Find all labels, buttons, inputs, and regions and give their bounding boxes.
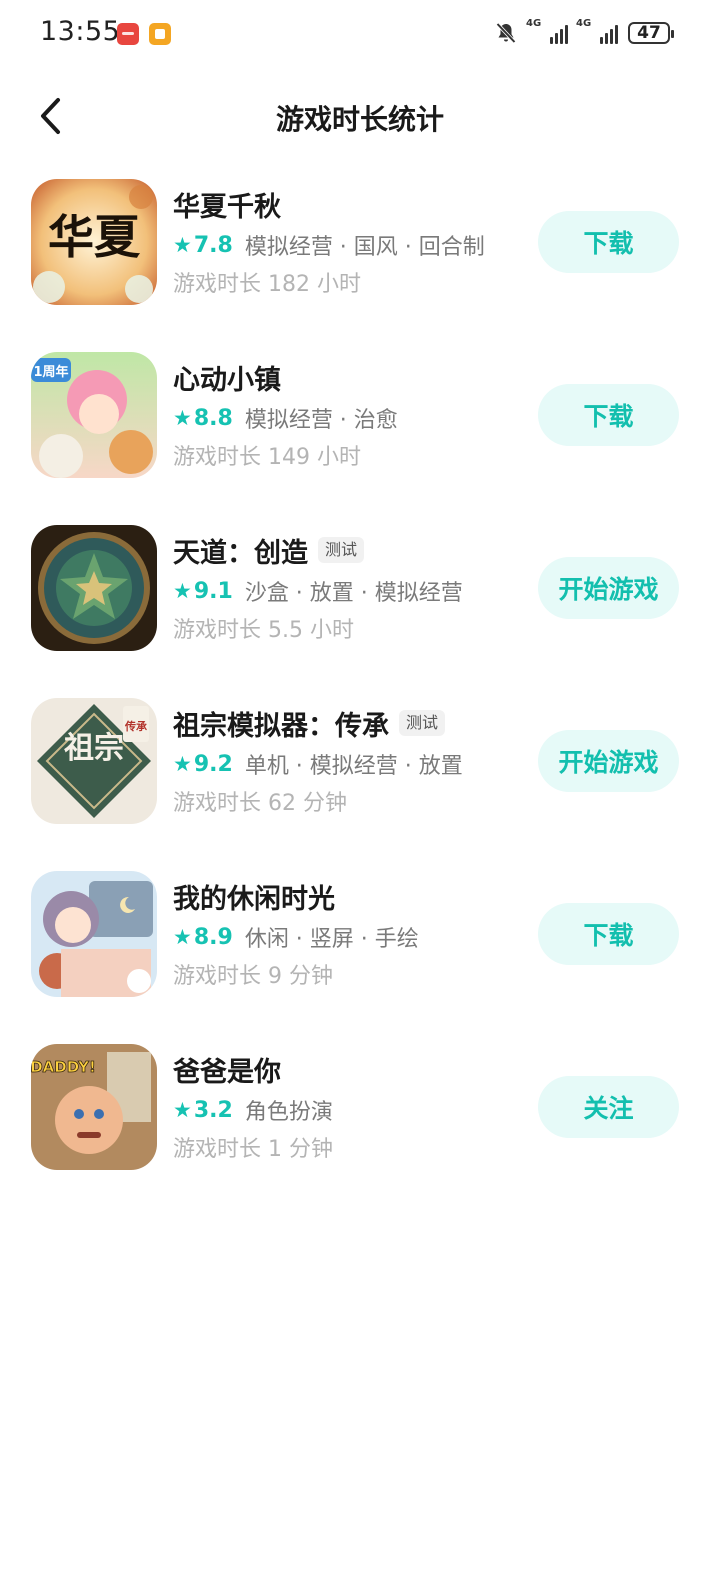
game-playtime: 游戏时长 182 小时 [173,272,361,297]
test-badge: 测试 [399,710,446,736]
game-icon-xiuxian[interactable] [31,871,157,997]
mute-bell-icon [496,22,516,44]
game-icon-huaxia[interactable]: 华夏 [31,179,157,305]
game-name: 华夏千秋 [173,191,281,223]
page-title: 游戏时长统计 [275,103,444,136]
header: 游戏时长统计 [0,80,720,152]
game-info: 祖宗模拟器：传承 测试 ★ 9.2 单机 · 模拟经营 · 放置 游戏时长 62… [173,703,533,824]
huawei-app-icon [117,23,139,45]
star-icon: ★ [173,925,192,949]
list-item[interactable]: 祖宗 传承 祖宗模拟器：传承 测试 ★ 9.2 单机 · 模拟经营 · 放置 游… [0,695,720,868]
game-tags: 单机 · 模拟经营 · 放置 [244,754,463,779]
game-icon-baba[interactable]: DADDY! [31,1044,157,1170]
game-rating: 9.2 [193,751,233,777]
battery-level: 47 [637,23,661,43]
game-icon-xindong[interactable]: 1周年 [31,352,157,478]
game-icon-zuzong[interactable]: 祖宗 传承 [31,698,157,824]
download-button[interactable]: 下载 [538,903,679,965]
signal-icon: 4G [526,18,568,44]
game-playtime: 游戏时长 1 分钟 [173,1137,333,1162]
game-name: 我的休闲时光 [173,883,335,915]
game-tags: 沙盒 · 放置 · 模拟经营 [244,581,463,606]
star-icon: ★ [173,233,192,257]
game-name: 爸爸是你 [173,1056,281,1088]
game-rating: 7.8 [193,232,233,258]
game-tags: 模拟经营 · 治愈 [244,408,398,433]
network-type-label: 4G [576,18,592,29]
game-icon-text: 祖宗 [64,731,124,766]
game-rating: 8.9 [193,924,233,950]
game-info: 心动小镇 ★ 8.8 模拟经营 · 治愈 游戏时长 149 小时 [173,357,533,478]
orange-app-icon [149,23,171,45]
game-rating: 8.8 [193,405,233,431]
game-icon-text: DADDY! [31,1058,96,1076]
game-icon-tiandao[interactable] [31,525,157,651]
game-icon-text-2: 传承 [124,719,148,733]
game-info: 我的休闲时光 ★ 8.9 休闲 · 竖屏 · 手绘 游戏时长 9 分钟 [173,876,533,997]
star-icon: ★ [173,406,192,430]
test-badge: 测试 [318,537,365,563]
game-info: 爸爸是你 ★ 3.2 角色扮演 游戏时长 1 分钟 [173,1049,533,1170]
network-type-label: 4G [526,18,542,29]
download-button[interactable]: 下载 [538,211,679,273]
list-item[interactable]: DADDY! 爸爸是你 ★ 3.2 角色扮演 游戏时长 1 分钟 关注 [0,1041,720,1214]
list-item[interactable]: 我的休闲时光 ★ 8.9 休闲 · 竖屏 · 手绘 游戏时长 9 分钟 下载 [0,868,720,1041]
game-icon-text: 华夏 [48,210,141,264]
download-button[interactable]: 下载 [538,384,679,446]
list-item[interactable]: 1周年 心动小镇 ★ 8.8 模拟经营 · 治愈 游戏时长 149 小时 下载 [0,349,720,522]
game-rating: 3.2 [193,1097,233,1123]
game-tags: 角色扮演 [244,1100,333,1125]
signal-icon: 4G [576,18,618,44]
status-bar: 13:55 4G 4G 47 [0,0,720,68]
game-playtime: 游戏时长 9 分钟 [173,964,333,989]
start-game-button[interactable]: 开始游戏 [538,557,679,619]
system-icons: 4G 4G 47 [494,18,674,48]
game-name: 祖宗模拟器：传承 [173,710,389,742]
star-icon: ★ [173,1098,192,1122]
game-name: 天道：创造 [173,537,308,569]
status-time: 13:55 [40,16,121,47]
start-game-button[interactable]: 开始游戏 [538,730,679,792]
game-list: 华夏 华夏千秋 ★ 7.8 模拟经营 · 国风 · 回合制 游戏时长 182 小… [0,176,720,1214]
game-tags: 模拟经营 · 国风 · 回合制 [244,235,485,260]
game-playtime: 游戏时长 62 分钟 [173,791,347,816]
game-info: 天道：创造 测试 ★ 9.1 沙盒 · 放置 · 模拟经营 游戏时长 5.5 小… [173,530,533,651]
game-rating: 9.1 [193,578,233,604]
game-icon-text: 1周年 [33,364,68,380]
game-info: 华夏千秋 ★ 7.8 模拟经营 · 国风 · 回合制 游戏时长 182 小时 [173,184,533,305]
battery-icon: 47 [628,22,674,44]
game-playtime: 游戏时长 5.5 小时 [173,618,354,643]
game-playtime: 游戏时长 149 小时 [173,445,361,470]
star-icon: ★ [173,579,192,603]
game-tags: 休闲 · 竖屏 · 手绘 [244,927,419,952]
list-item[interactable]: 华夏 华夏千秋 ★ 7.8 模拟经营 · 国风 · 回合制 游戏时长 182 小… [0,176,720,349]
follow-button[interactable]: 关注 [538,1076,679,1138]
star-icon: ★ [173,752,192,776]
list-item[interactable]: 天道：创造 测试 ★ 9.1 沙盒 · 放置 · 模拟经营 游戏时长 5.5 小… [0,522,720,695]
game-name: 心动小镇 [173,364,281,396]
